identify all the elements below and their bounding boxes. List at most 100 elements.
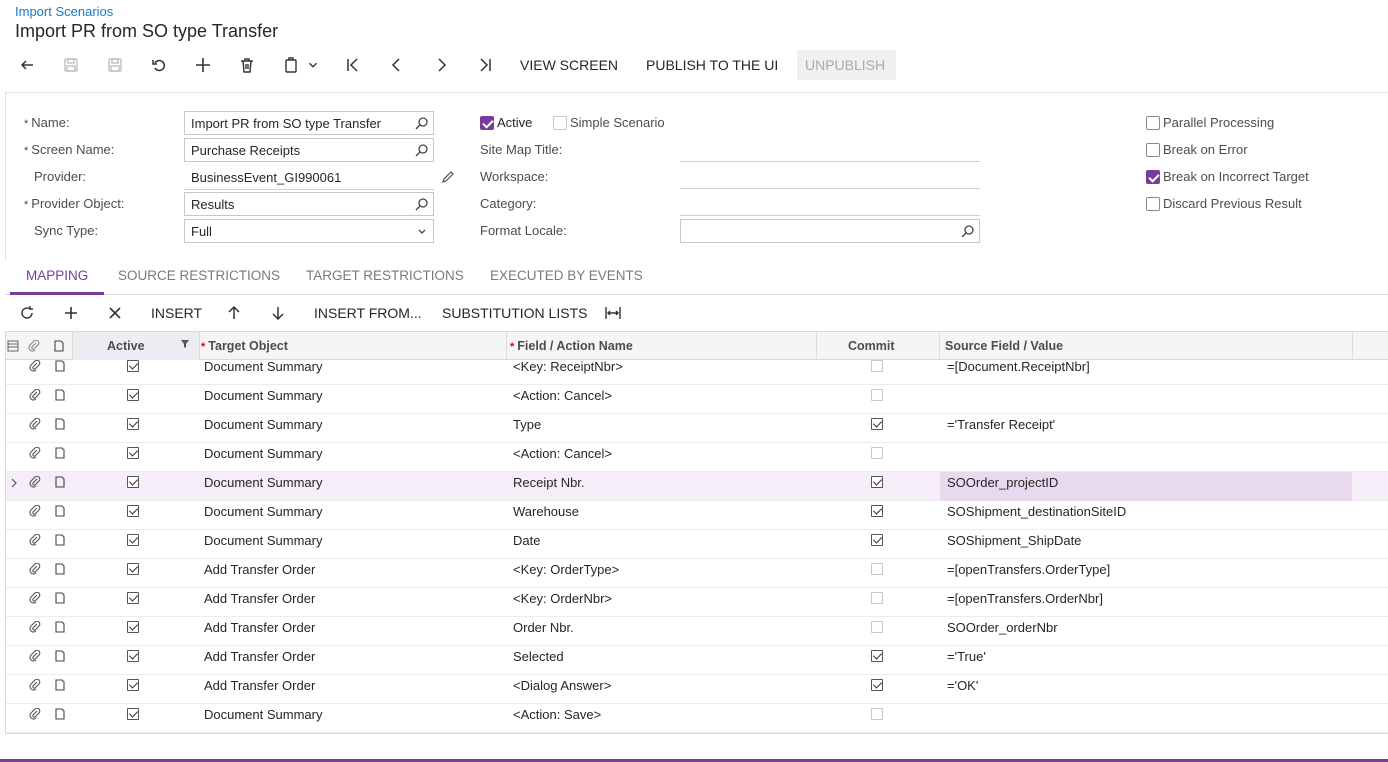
- row-field-action[interactable]: <Action: Cancel>: [513, 385, 612, 414]
- attachment-icon[interactable]: [29, 360, 41, 372]
- row-target-object[interactable]: Document Summary: [204, 530, 322, 559]
- add-row-icon[interactable]: [61, 296, 81, 330]
- note-icon[interactable]: [54, 418, 66, 430]
- insert-from-button[interactable]: INSERT FROM...: [314, 296, 422, 330]
- row-commit-checkbox[interactable]: [871, 563, 883, 575]
- parallel-processing-checkbox[interactable]: [1146, 116, 1160, 130]
- next-record-icon[interactable]: [430, 50, 452, 80]
- row-field-action[interactable]: <Dialog Answer>: [513, 675, 611, 704]
- row-field-action[interactable]: Selected: [513, 646, 564, 675]
- row-field-action[interactable]: Date: [513, 530, 540, 559]
- tab-source-restrictions[interactable]: SOURCE RESTRICTIONS: [118, 260, 280, 295]
- row-active-checkbox[interactable]: [127, 447, 139, 459]
- attachment-icon[interactable]: [29, 563, 41, 575]
- screen-name-field[interactable]: Purchase Receipts: [184, 138, 434, 162]
- active-checkbox[interactable]: [480, 116, 494, 130]
- note-icon[interactable]: [54, 621, 66, 633]
- note-icon[interactable]: [54, 476, 66, 488]
- row-commit-checkbox[interactable]: [871, 592, 883, 604]
- attachment-icon[interactable]: [29, 447, 41, 459]
- search-icon[interactable]: [415, 116, 429, 130]
- attachment-icon[interactable]: [29, 418, 41, 430]
- row-commit-checkbox[interactable]: [871, 534, 883, 546]
- copy-paste-icon[interactable]: [280, 50, 302, 80]
- row-field-action[interactable]: <Key: OrderNbr>: [513, 588, 612, 617]
- note-icon[interactable]: [54, 592, 66, 604]
- row-commit-checkbox[interactable]: [871, 360, 883, 372]
- add-icon[interactable]: [192, 50, 214, 80]
- row-source-field[interactable]: SOShipment_ShipDate: [947, 530, 1081, 559]
- table-row[interactable]: Document Summary <Action: Cancel>: [6, 385, 1388, 414]
- row-active-checkbox[interactable]: [127, 534, 139, 546]
- attachment-icon[interactable]: [29, 505, 41, 517]
- row-target-object[interactable]: Document Summary: [204, 356, 322, 385]
- tab-executed-by-events[interactable]: EXECUTED BY EVENTS: [490, 260, 643, 295]
- row-field-action[interactable]: Order Nbr.: [513, 617, 574, 646]
- undo-icon[interactable]: [148, 50, 170, 80]
- row-active-checkbox[interactable]: [127, 650, 139, 662]
- first-record-icon[interactable]: [342, 50, 364, 80]
- search-icon[interactable]: [961, 224, 975, 238]
- row-source-field[interactable]: ='Transfer Receipt': [947, 414, 1055, 443]
- table-row[interactable]: Add Transfer Order <Dialog Answer> ='OK': [6, 675, 1388, 704]
- note-icon[interactable]: [54, 650, 66, 662]
- table-row[interactable]: Document Summary Warehouse SOShipment_dest…: [6, 501, 1388, 530]
- row-field-action[interactable]: <Key: ReceiptNbr>: [513, 356, 623, 385]
- row-source-field[interactable]: =[openTransfers.OrderType]: [947, 559, 1110, 588]
- format-locale-field[interactable]: [680, 219, 980, 243]
- row-target-object[interactable]: Document Summary: [204, 704, 322, 733]
- row-source-field[interactable]: SOOrder_projectID: [940, 472, 1352, 501]
- row-commit-checkbox[interactable]: [871, 650, 883, 662]
- chevron-down-icon[interactable]: [415, 224, 429, 238]
- row-target-object[interactable]: Add Transfer Order: [204, 675, 315, 704]
- table-row[interactable]: Document Summary <Action: Cancel>: [6, 443, 1388, 472]
- search-icon[interactable]: [415, 197, 429, 211]
- provider-value[interactable]: BusinessEvent_GI990061: [191, 170, 341, 185]
- row-source-field[interactable]: ='OK': [947, 675, 978, 704]
- row-field-action[interactable]: <Action: Save>: [513, 704, 601, 733]
- category-field[interactable]: [680, 215, 980, 216]
- search-icon[interactable]: [415, 143, 429, 157]
- row-active-checkbox[interactable]: [127, 592, 139, 604]
- delete-row-icon[interactable]: [105, 296, 125, 330]
- row-active-checkbox[interactable]: [127, 679, 139, 691]
- table-row[interactable]: Document Summary <Action: Save>: [6, 704, 1388, 733]
- note-icon[interactable]: [54, 389, 66, 401]
- last-record-icon[interactable]: [474, 50, 496, 80]
- attachment-icon[interactable]: [29, 534, 41, 546]
- row-target-object[interactable]: Document Summary: [204, 472, 322, 501]
- attachment-icon[interactable]: [29, 650, 41, 662]
- note-icon[interactable]: [54, 679, 66, 691]
- note-icon[interactable]: [54, 505, 66, 517]
- breadcrumb-import-scenarios[interactable]: Import Scenarios: [15, 4, 113, 19]
- attachment-icon[interactable]: [29, 679, 41, 691]
- row-active-checkbox[interactable]: [127, 389, 139, 401]
- tab-target-restrictions[interactable]: TARGET RESTRICTIONS: [306, 260, 464, 295]
- note-icon[interactable]: [54, 447, 66, 459]
- note-icon[interactable]: [54, 534, 66, 546]
- unpublish-button[interactable]: UNPUBLISH: [797, 50, 896, 80]
- row-target-object[interactable]: Add Transfer Order: [204, 646, 315, 675]
- row-active-checkbox[interactable]: [127, 476, 139, 488]
- row-active-checkbox[interactable]: [127, 563, 139, 575]
- workspace-field[interactable]: [680, 188, 980, 189]
- row-source-field[interactable]: SOOrder_orderNbr: [947, 617, 1058, 646]
- break-on-error-checkbox[interactable]: [1146, 143, 1160, 157]
- delete-icon[interactable]: [236, 50, 258, 80]
- previous-record-icon[interactable]: [386, 50, 408, 80]
- attachment-icon[interactable]: [29, 708, 41, 720]
- row-active-checkbox[interactable]: [127, 418, 139, 430]
- row-commit-checkbox[interactable]: [871, 621, 883, 633]
- attachment-icon[interactable]: [29, 389, 41, 401]
- note-icon[interactable]: [54, 360, 66, 372]
- view-screen-button[interactable]: VIEW SCREEN: [512, 50, 626, 80]
- row-commit-checkbox[interactable]: [871, 418, 883, 430]
- publish-button[interactable]: PUBLISH TO THE UI: [638, 50, 786, 80]
- table-row[interactable]: Document Summary Type ='Transfer Receipt': [6, 414, 1388, 443]
- table-row[interactable]: Document Summary Date SOShipment_ShipDate: [6, 530, 1388, 559]
- insert-button[interactable]: INSERT: [151, 296, 202, 330]
- table-row[interactable]: Document Summary <Key: ReceiptNbr> =[Docum…: [6, 356, 1388, 385]
- save-close-icon[interactable]: [60, 50, 82, 80]
- table-row[interactable]: Add Transfer Order <Key: OrderType> =[open…: [6, 559, 1388, 588]
- site-map-title-field[interactable]: [680, 161, 980, 162]
